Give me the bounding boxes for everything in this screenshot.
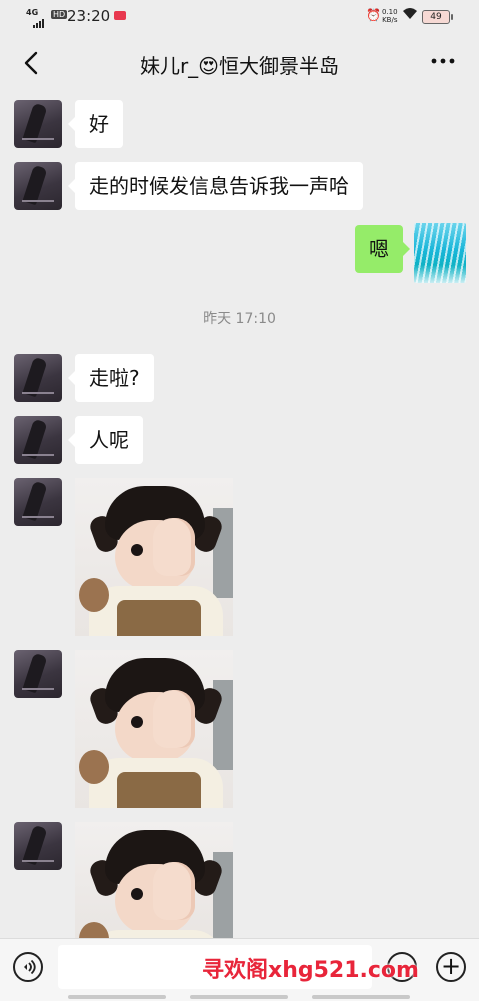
network-speed: 0.10 KB/s [382, 8, 398, 24]
battery-indicator: 49 [422, 10, 453, 24]
contact-avatar[interactable] [14, 100, 62, 148]
chat-header: 妹儿r_😍恒大御景半岛 [0, 32, 479, 94]
message-timestamp: 昨天 17:10 [203, 311, 276, 327]
contact-avatar[interactable] [14, 162, 62, 210]
plus-icon[interactable]: + [436, 952, 466, 982]
status-time: 23:20 [67, 7, 111, 25]
app-notification-icon [114, 11, 126, 20]
my-avatar[interactable] [414, 223, 466, 283]
hd-badge: HD [51, 10, 68, 19]
image-message[interactable] [75, 478, 233, 636]
nav-gesture-bar [190, 995, 288, 999]
watermark-text: 寻欢阁xhg521.com [202, 958, 419, 983]
contact-avatar[interactable] [14, 822, 62, 870]
message-bubble[interactable]: 好 [68, 100, 123, 148]
more-dots-icon[interactable] [430, 46, 456, 82]
voice-icon[interactable] [13, 952, 43, 982]
wifi-icon [402, 7, 418, 24]
network-speed-value: 0.10 [382, 8, 398, 16]
signal-icon [33, 12, 45, 28]
alarm-icon: ⏰ [366, 8, 381, 22]
image-message[interactable] [75, 822, 233, 938]
chat-title: 妹儿r_😍恒大御景半岛 [139, 54, 340, 78]
my-message-bubble[interactable]: 嗯 [355, 225, 410, 273]
message-bubble[interactable]: 走啦? [68, 354, 154, 402]
status-bar: 4G HD 23:20 ⏰ 0.10 KB/s 49 [0, 0, 479, 32]
message-bubble[interactable]: 人呢 [68, 416, 143, 464]
nav-gesture-bar [312, 995, 410, 999]
network-speed-unit: KB/s [382, 16, 398, 24]
contact-avatar[interactable] [14, 650, 62, 698]
contact-avatar[interactable] [14, 416, 62, 464]
message-bubble[interactable]: 走的时候发信息告诉我一声哈 [68, 162, 363, 210]
contact-avatar[interactable] [14, 354, 62, 402]
nav-gesture-bar [68, 995, 166, 999]
image-message[interactable] [75, 650, 233, 808]
contact-avatar[interactable] [14, 478, 62, 526]
